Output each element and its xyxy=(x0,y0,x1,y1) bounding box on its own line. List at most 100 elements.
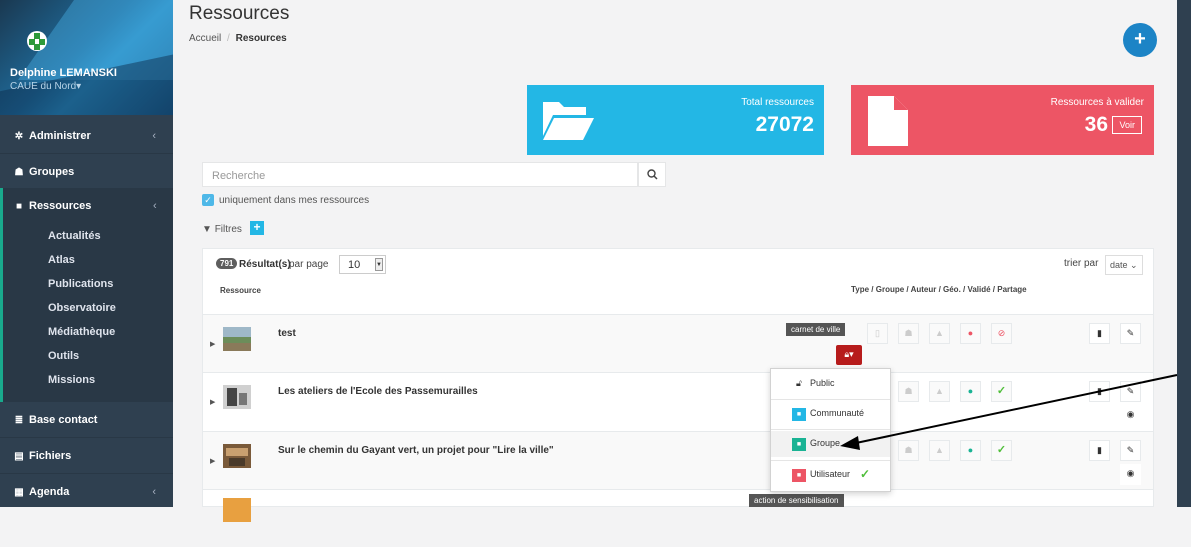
per-page-value: 10 xyxy=(348,259,361,271)
calendar-icon: ▦ xyxy=(14,487,24,498)
author-icon: ▲ xyxy=(929,381,950,402)
share-option-communaute[interactable]: ■ Communauté xyxy=(771,401,890,427)
users-icon: ☗ xyxy=(14,167,24,178)
chevron-left-icon: ‹ xyxy=(153,200,157,212)
sidebar-item-fichiers[interactable]: ▤ Fichiers xyxy=(0,438,173,474)
row-title[interactable]: Sur le chemin du Gayant vert, un projet … xyxy=(278,445,554,456)
sidebar-item-label: Fichiers xyxy=(29,450,72,462)
lock-icon: ■ xyxy=(792,408,806,421)
column-header-resource: Ressource xyxy=(220,286,261,295)
share-lock-button[interactable]: 🔒︎▾ xyxy=(836,345,862,365)
filters-toggle[interactable]: ▼ Filtres xyxy=(202,224,242,235)
voir-button[interactable]: Voir xyxy=(1112,116,1142,134)
sidebar-subitem-publications[interactable]: Publications xyxy=(48,278,113,290)
sidebar: Delphine LEMANSKI CAUE du Nord▾ ✲ Adminis… xyxy=(0,0,173,507)
sidebar-item-administrer[interactable]: ✲ Administrer ‹ xyxy=(0,118,173,154)
lock-icon: ■ xyxy=(792,469,806,482)
sort-select[interactable]: date ⌄ xyxy=(1105,255,1143,275)
pencil-icon[interactable]: ✎ xyxy=(1120,381,1141,402)
ban-icon: ⊘ xyxy=(991,323,1012,344)
results-count-badge: 791 xyxy=(216,258,238,269)
share-option-groupe[interactable]: ■ Groupe xyxy=(771,431,890,457)
sidebar-subitem-atlas[interactable]: Atlas xyxy=(48,254,75,266)
pencil-icon[interactable]: ✎ xyxy=(1120,440,1141,461)
type-tag: action de sensibilisation xyxy=(749,494,844,507)
sidebar-item-groupes[interactable]: ☗ Groupes xyxy=(0,154,173,190)
sidebar-item-ressources[interactable]: ■ Ressources xyxy=(13,200,173,212)
per-page-label: par page xyxy=(289,259,329,270)
group-icon: ☗ xyxy=(898,323,919,344)
pending-value: 36 xyxy=(1084,113,1108,136)
sort-label: trier par xyxy=(1064,258,1099,269)
per-page-select[interactable]: 10 ▼ xyxy=(339,255,386,274)
results-label: Résultat(s) xyxy=(239,259,291,270)
share-option-utilisateur[interactable]: ■ Utilisateur ✓ xyxy=(771,462,890,488)
sidebar-item-label: Agenda xyxy=(29,486,70,498)
share-option-label: Public xyxy=(810,378,835,388)
expand-caret-icon[interactable]: ▶ xyxy=(210,457,215,465)
row-title[interactable]: Les ateliers de l'Ecole des Passemuraill… xyxy=(278,386,478,397)
expand-caret-icon[interactable]: ▶ xyxy=(210,398,215,406)
share-dropdown-menu: 🔓︎ Public ■ Communauté ■ Groupe ■ Utilis… xyxy=(770,368,891,492)
eye-icon[interactable]: ◉ xyxy=(1120,405,1141,426)
database-icon: ≣ xyxy=(14,415,24,426)
search-button[interactable] xyxy=(638,162,666,187)
type-tag: carnet de ville xyxy=(786,323,846,336)
profile-header: Delphine LEMANSKI CAUE du Nord▾ xyxy=(0,0,173,115)
chevron-left-icon: ‹ xyxy=(152,130,156,142)
total-value: 27072 xyxy=(755,113,814,136)
sidebar-subitem-actualites[interactable]: Actualités xyxy=(48,230,101,242)
org-dropdown[interactable]: CAUE du Nord▾ xyxy=(10,81,81,92)
results-panel: 791 Résultat(s) par page 10 ▼ trier par d… xyxy=(202,248,1154,522)
sidebar-subitem-mediatheque[interactable]: Médiathèque xyxy=(48,326,115,338)
check-icon: ✓ xyxy=(991,440,1012,461)
total-label: Total ressources xyxy=(741,97,814,108)
expand-caret-icon[interactable]: ▶ xyxy=(210,340,215,348)
breadcrumb-home[interactable]: Accueil xyxy=(189,33,221,44)
share-option-label: Communauté xyxy=(810,408,865,418)
trash-icon[interactable]: ▮ xyxy=(1089,323,1110,344)
folder-icon: ■ xyxy=(15,201,23,212)
unlock-icon: 🔓︎ xyxy=(796,378,802,388)
sidebar-item-label: Groupes xyxy=(29,166,75,178)
stat-card-pending: Ressources à valider 36 Voir xyxy=(851,85,1154,155)
pending-label: Ressources à valider xyxy=(1050,97,1144,108)
chevron-left-icon: ‹ xyxy=(152,486,156,498)
page-title: Ressources xyxy=(189,3,290,24)
author-icon: ▲ xyxy=(929,440,950,461)
add-filter-button[interactable]: + xyxy=(250,221,264,235)
sidebar-subitem-observatoire[interactable]: Observatoire xyxy=(48,302,116,314)
check-icon: ✓ xyxy=(991,381,1012,402)
eye-icon[interactable]: ◉ xyxy=(1120,464,1141,485)
share-option-public[interactable]: 🔓︎ Public xyxy=(771,371,890,397)
share-option-label: Groupe xyxy=(810,438,841,448)
add-resource-button[interactable]: + xyxy=(1123,23,1157,57)
search-input[interactable]: Recherche xyxy=(202,162,638,187)
sidebar-subitem-outils[interactable]: Outils xyxy=(48,350,79,362)
filters-label: Filtres xyxy=(214,224,242,235)
trash-icon[interactable]: ▮ xyxy=(1089,381,1110,402)
sidebar-item-agenda[interactable]: ▦ Agenda ‹ xyxy=(0,474,173,507)
sidebar-section-ressources: ■ Ressources ‹ Actualités Atlas Publicati… xyxy=(0,188,173,402)
folder-open-icon xyxy=(543,102,594,140)
table-row: ▶ Les ateliers de l'Ecole des Passemurai… xyxy=(203,372,1153,430)
table-row: ▶ test carnet de ville ▯ ☗ ▲ ● ⊘ ▮ ✎ xyxy=(203,314,1153,372)
right-edge-bar xyxy=(1177,0,1191,507)
search-placeholder: Recherche xyxy=(212,170,266,182)
user-name: Delphine LEMANSKI xyxy=(10,67,117,79)
org-label: CAUE du Nord xyxy=(10,81,77,92)
lock-icon: 🔒︎ xyxy=(844,349,850,359)
stat-card-total: Total ressources 27072 xyxy=(527,85,824,155)
cog-icon: ✲ xyxy=(14,131,24,142)
my-resources-checkbox[interactable]: ✓ xyxy=(202,194,214,206)
thumbnail-image xyxy=(223,498,251,522)
thumbnail-image xyxy=(223,385,251,409)
sidebar-subitem-missions[interactable]: Missions xyxy=(48,374,95,386)
row-title[interactable]: test xyxy=(278,328,296,339)
caret-down-icon: ▾ xyxy=(76,81,82,92)
trash-icon[interactable]: ▮ xyxy=(1089,440,1110,461)
pencil-icon[interactable]: ✎ xyxy=(1120,323,1141,344)
breadcrumb-current: Resources xyxy=(235,33,287,44)
main-content: Ressources Accueil / Resources + Total r… xyxy=(173,0,1177,522)
sidebar-item-base-contact[interactable]: ≣ Base contact xyxy=(0,402,173,438)
